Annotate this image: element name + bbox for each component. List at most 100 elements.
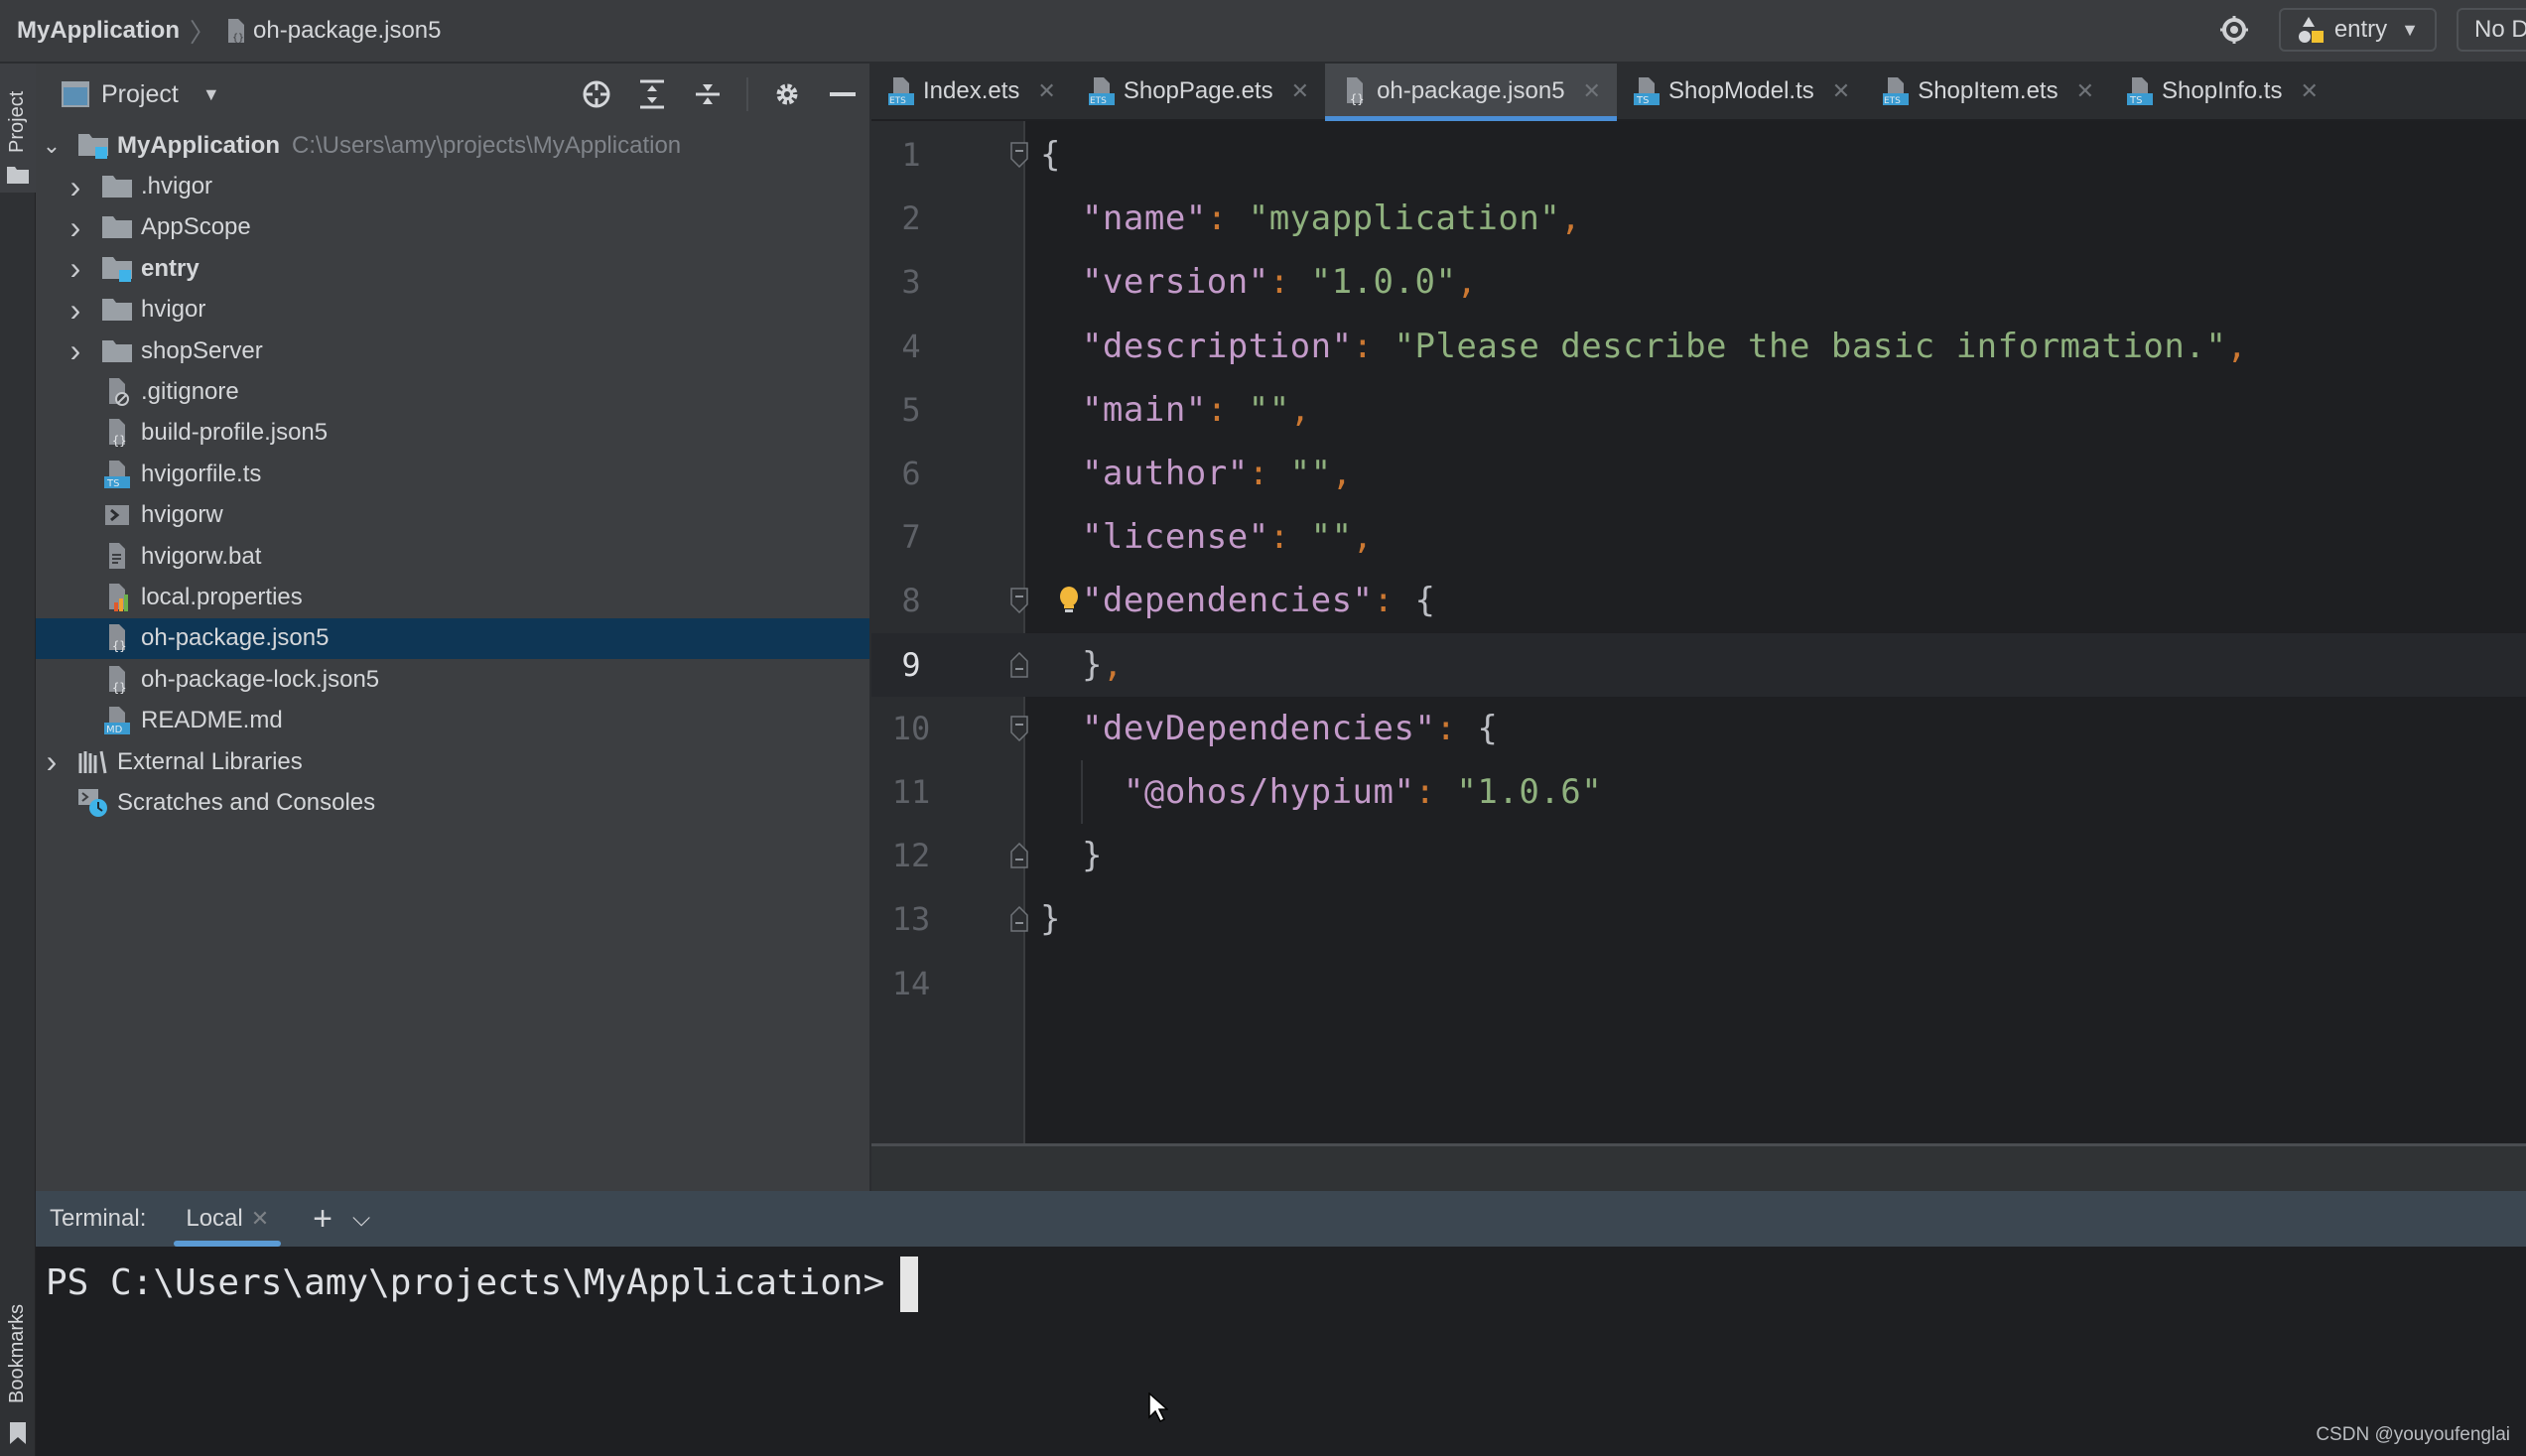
terminal-header: Terminal: Local ✕ + ⌵ <box>36 1191 2526 1247</box>
tree-item[interactable]: Scratches and Consoles <box>36 782 869 823</box>
json-file-icon: {} <box>101 665 133 695</box>
json-file-icon: {} <box>228 19 244 44</box>
module-folder-icon <box>77 132 109 160</box>
editor-tab[interactable]: ETS Index.ets ✕ <box>871 64 1072 119</box>
code-editor[interactable]: 1{2 "name": "myapplication", 3 "version":… <box>871 121 2526 1143</box>
editor-tab-label: ShopItem.ets <box>1918 77 2059 104</box>
run-config-label: entry <box>2333 16 2388 43</box>
json-string: "" <box>1248 389 1290 430</box>
settings-button[interactable] <box>770 77 804 111</box>
code-punctuation: : <box>1206 389 1249 430</box>
breadcrumb-file[interactable]: {} oh-package.json5 <box>225 17 442 45</box>
collapse-all-button[interactable] <box>691 77 725 111</box>
editor-tab[interactable]: TS ShopModel.ts ✕ <box>1617 64 1866 119</box>
tree-item-label: local.properties <box>141 583 303 610</box>
tree-item[interactable]: MD README.md <box>36 700 869 740</box>
chevron-right-icon[interactable]: › <box>64 250 87 287</box>
breadcrumb-project[interactable]: MyApplication <box>17 17 180 45</box>
close-icon[interactable]: ✕ <box>1832 78 1850 104</box>
chevron-down-icon[interactable]: ⌵ <box>352 1205 370 1233</box>
tree-item[interactable]: TS hvigorfile.ts <box>36 454 869 494</box>
tree-item[interactable]: › External Libraries <box>36 741 869 782</box>
terminal-console[interactable]: PS C:\Users\amy\projects\MyApplication> <box>36 1247 2526 1456</box>
tree-item[interactable]: ⌄ MyApplication C:\Users\amy\projects\MyAp… <box>36 125 869 166</box>
expand-all-icon <box>640 79 664 109</box>
editor-tab[interactable]: ETS ShopItem.ets ✕ <box>1866 64 2110 119</box>
fold-end-icon[interactable] <box>1010 906 1028 933</box>
fold-end-icon[interactable] <box>1010 651 1028 678</box>
tree-item[interactable]: › entry <box>36 248 869 289</box>
tree-item[interactable]: hvigorw <box>36 495 869 536</box>
tree-item[interactable]: › shopServer <box>36 331 869 371</box>
chevron-down-icon[interactable]: ⌄ <box>40 133 64 159</box>
target-icon[interactable] <box>2219 15 2249 45</box>
svg-text:MD: MD <box>106 725 123 735</box>
terminal-title: Terminal: <box>50 1205 147 1232</box>
code-text: } <box>1040 836 1103 875</box>
line-number: 2 <box>901 199 921 238</box>
chevron-right-icon[interactable]: › <box>64 332 87 369</box>
tree-item-label: oh-package.json5 <box>141 624 330 652</box>
json-key: "@ohos/hypium" <box>1123 772 1415 812</box>
editor-tab-label: ShopModel.ts <box>1667 77 1814 104</box>
editor-tab-label: ShopPage.ets <box>1123 77 1273 104</box>
code-text: } <box>1040 899 1061 939</box>
code-punctuation: , <box>1289 389 1311 430</box>
code-punctuation <box>1040 709 1082 748</box>
new-terminal-button[interactable]: + <box>313 1200 332 1239</box>
tree-item[interactable]: local.properties <box>36 577 869 617</box>
code-line: 9 }, <box>871 632 2526 697</box>
svg-text:{}: {} <box>112 639 126 653</box>
close-icon[interactable]: ✕ <box>251 1206 269 1232</box>
close-icon[interactable]: ✕ <box>2076 78 2094 104</box>
code-punctuation: : <box>1414 772 1457 812</box>
tree-item[interactable]: hvigorw.bat <box>36 536 869 577</box>
close-icon[interactable]: ✕ <box>1037 78 1055 104</box>
editor-horizontal-scrollbar[interactable] <box>871 1143 2526 1191</box>
chevron-right-icon[interactable]: › <box>64 209 87 246</box>
project-view-title[interactable]: Project <box>101 80 179 109</box>
fold-collapse-icon[interactable] <box>1010 588 1028 614</box>
fold-collapse-icon[interactable] <box>1010 716 1028 741</box>
project-tool-button[interactable]: Project <box>0 64 36 193</box>
line-number: 5 <box>901 390 921 429</box>
close-icon[interactable]: ✕ <box>2300 78 2318 104</box>
chevron-right-icon[interactable]: › <box>40 743 64 780</box>
editor-tab[interactable]: TS ShopInfo.ts ✕ <box>2110 64 2334 119</box>
chevron-down-icon[interactable]: ▼ <box>202 84 220 105</box>
tree-item[interactable]: {} oh-package-lock.json5 <box>36 659 869 700</box>
module-folder-icon <box>101 255 133 283</box>
tree-item[interactable]: .gitignore <box>36 371 869 412</box>
tree-item[interactable]: › hvigor <box>36 290 869 331</box>
select-opened-file-button[interactable] <box>580 77 613 111</box>
fold-end-icon[interactable] <box>1010 843 1028 868</box>
minimize-icon <box>830 92 856 96</box>
editor-tab[interactable]: {} oh-package.json5 ✕ <box>1325 64 1617 121</box>
run-config-dropdown[interactable]: entry ▼ <box>2278 8 2437 52</box>
fold-collapse-icon[interactable] <box>1010 142 1028 168</box>
code-line: 1{ <box>871 123 2526 187</box>
tree-item[interactable]: › AppScope <box>36 207 869 248</box>
tree-item[interactable]: › .hvigor <box>36 166 869 206</box>
hide-panel-button[interactable] <box>826 77 860 111</box>
editor-tab-label: ShopInfo.ts <box>2162 77 2283 104</box>
tree-item-label: .hvigor <box>141 173 213 200</box>
code-text: "author": "", <box>1040 454 1353 493</box>
navigation-bar: MyApplication 〉 {} oh-package.json5 entr… <box>0 0 2526 64</box>
bookmarks-tool-button[interactable]: Bookmarks <box>0 1284 36 1453</box>
editor-tab[interactable]: ETS ShopPage.ets ✕ <box>1072 64 1325 119</box>
chevron-right-icon[interactable]: › <box>64 292 87 329</box>
device-selector[interactable]: No Devices <box>2457 8 2526 52</box>
chevron-right-icon[interactable]: › <box>64 169 87 205</box>
tree-item[interactable]: {} build-profile.json5 <box>36 413 869 454</box>
tree-item[interactable]: {} oh-package.json5 <box>36 617 869 660</box>
expand-all-button[interactable] <box>635 77 669 111</box>
editor-tab-label: Index.ets <box>923 77 1020 104</box>
code-text: }, <box>1040 645 1124 685</box>
terminal-tab-local[interactable]: Local ✕ <box>174 1191 281 1247</box>
close-icon[interactable]: ✕ <box>1583 78 1601 104</box>
close-icon[interactable]: ✕ <box>1291 78 1309 104</box>
code-punctuation <box>1040 199 1082 238</box>
code-punctuation: : <box>1206 199 1249 239</box>
svg-text:{}: {} <box>112 681 126 695</box>
